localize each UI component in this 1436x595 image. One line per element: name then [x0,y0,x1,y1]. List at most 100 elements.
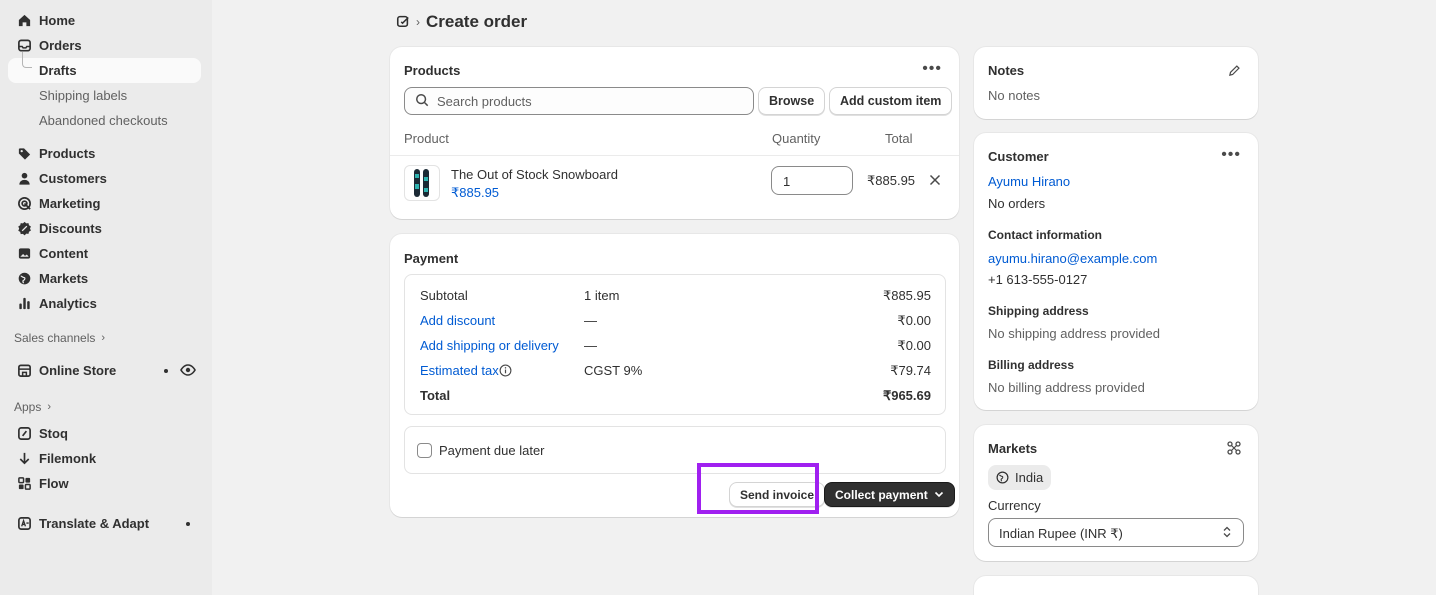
payment-due-later-checkbox[interactable] [417,443,432,458]
customer-phone: +1 613-555-0127 [988,272,1088,287]
payment-due-later-label: Payment due later [439,443,545,458]
nav-discounts-label: Discounts [39,221,102,236]
shipping-amount: ₹0.00 [897,338,931,353]
tag-icon [16,146,32,162]
add-shipping-link[interactable]: Add shipping or delivery [420,338,559,353]
customer-email-link[interactable]: ayumu.hirano@example.com [988,251,1157,266]
tax-row: Estimated tax CGST 9% ₹79.74 [405,363,945,388]
nav-abandoned-checkouts[interactable]: Abandoned checkouts [0,108,212,133]
subtotal-amount: ₹885.95 [882,288,931,303]
nav-online-store[interactable]: Online Store [0,358,212,383]
tree-connector [22,52,32,68]
sales-channels-section[interactable]: Sales channels › [0,327,212,349]
nav-products[interactable]: Products [0,141,212,166]
currency-select[interactable]: Indian Rupee (INR ₹) [988,518,1244,547]
markets-settings-icon[interactable] [1227,441,1241,458]
search-products-input[interactable] [437,93,737,109]
subtotal-label: Subtotal [420,288,468,303]
sales-channels-label: Sales channels [14,331,96,345]
status-dot [186,522,190,526]
currency-select-value: Indian Rupee (INR ₹) [999,526,1123,541]
select-arrows-icon [1223,526,1231,541]
discount-badge-icon [16,221,32,237]
discount-amount: ₹0.00 [897,313,931,328]
nav-content-label: Content [39,246,89,261]
nav-markets[interactable]: Markets [0,266,212,291]
stoq-app-icon [16,426,32,442]
notes-card-title: Notes [988,63,1025,78]
product-thumbnail [404,165,440,201]
nav-products-label: Products [39,146,96,161]
apps-section[interactable]: Apps › [0,396,212,418]
search-icon [415,93,429,110]
flow-app-icon [16,476,32,492]
page-title: Create order [426,12,528,31]
payment-summary: Subtotal 1 item ₹885.95 Add discount — ₹… [404,274,946,415]
total-amount: ₹965.69 [882,388,931,403]
eye-icon[interactable] [180,362,196,381]
discount-row: Add discount — ₹0.00 [405,313,945,338]
products-card: Products ••• Browse Add custom item Prod… [390,47,959,219]
nav-customers[interactable]: Customers [0,166,212,191]
nav-content[interactable]: Content [0,241,212,266]
bar-chart-icon [16,296,32,312]
snowboard-image-icon [414,169,429,197]
nav-flow[interactable]: Flow [0,471,212,496]
line-total: ₹885.95 [867,173,916,188]
nav-filemonk[interactable]: Filemonk [0,446,212,471]
shipping-detail: — [584,338,597,353]
payment-card-title: Payment [404,251,459,266]
subtotal-detail: 1 item [584,288,620,303]
info-icon[interactable] [499,364,512,380]
discount-detail: — [584,313,597,328]
product-price-link[interactable]: ₹885.95 [451,185,499,201]
browse-button[interactable]: Browse [758,87,826,115]
nav-drafts[interactable]: Drafts [8,52,201,83]
nav-shipping-labels-label: Shipping labels [39,88,128,103]
estimated-tax-link[interactable]: Estimated tax [420,363,499,378]
nav-online-store-label: Online Store [39,363,117,378]
add-custom-item-button[interactable]: Add custom item [829,87,953,115]
apps-label: Apps [14,400,42,414]
nav-customers-label: Customers [39,171,107,186]
nav-analytics-label: Analytics [39,296,97,311]
shipping-row: Add shipping or delivery — ₹0.00 [405,338,945,363]
nav-marketing[interactable]: Marketing [0,191,212,216]
chevron-right-icon: › [101,332,106,344]
nav-home[interactable]: Home [0,8,212,33]
order-edit-icon[interactable] [396,14,410,31]
nav-discounts[interactable]: Discounts [0,216,212,241]
nav-stoq[interactable]: Stoq [0,421,212,446]
remove-item-icon[interactable] [929,174,941,189]
currency-label: Currency [988,498,1041,513]
globe-icon [996,471,1009,484]
nav-orders-label: Orders [39,38,82,53]
add-discount-link[interactable]: Add discount [420,313,495,328]
search-products-field[interactable] [404,87,754,115]
shipping-address-heading: Shipping address [988,304,1089,318]
market-badge-label: India [1015,470,1044,485]
customer-card-title: Customer [988,149,1049,164]
collect-payment-button[interactable]: Collect payment [824,482,955,507]
nav-translate-adapt-label: Translate & Adapt [39,516,150,531]
products-card-title: Products [404,63,461,78]
more-actions-icon[interactable]: ••• [922,61,942,77]
billing-address-text: No billing address provided [988,380,1145,395]
column-header-total: Total [885,131,913,146]
arrow-down-icon [16,451,32,467]
pencil-icon[interactable] [1228,64,1241,80]
notes-text: No notes [988,88,1041,103]
image-icon [16,246,32,262]
more-actions-icon[interactable]: ••• [1221,147,1241,163]
customer-card: Customer ••• Ayumu Hirano No orders Cont… [974,133,1258,410]
sidebar: Home Orders Drafts Shipping labels Aband… [0,0,212,595]
nav-translate-adapt[interactable]: Translate & Adapt [0,511,212,536]
nav-analytics[interactable]: Analytics [0,291,212,316]
quantity-input[interactable]: 1 [771,166,853,195]
chevron-down-icon [934,488,944,502]
page-header: › Create order [396,12,527,32]
nav-shipping-labels[interactable]: Shipping labels [0,83,212,108]
column-header-product: Product [404,131,449,146]
customer-name-link[interactable]: Ayumu Hirano [988,174,1070,189]
